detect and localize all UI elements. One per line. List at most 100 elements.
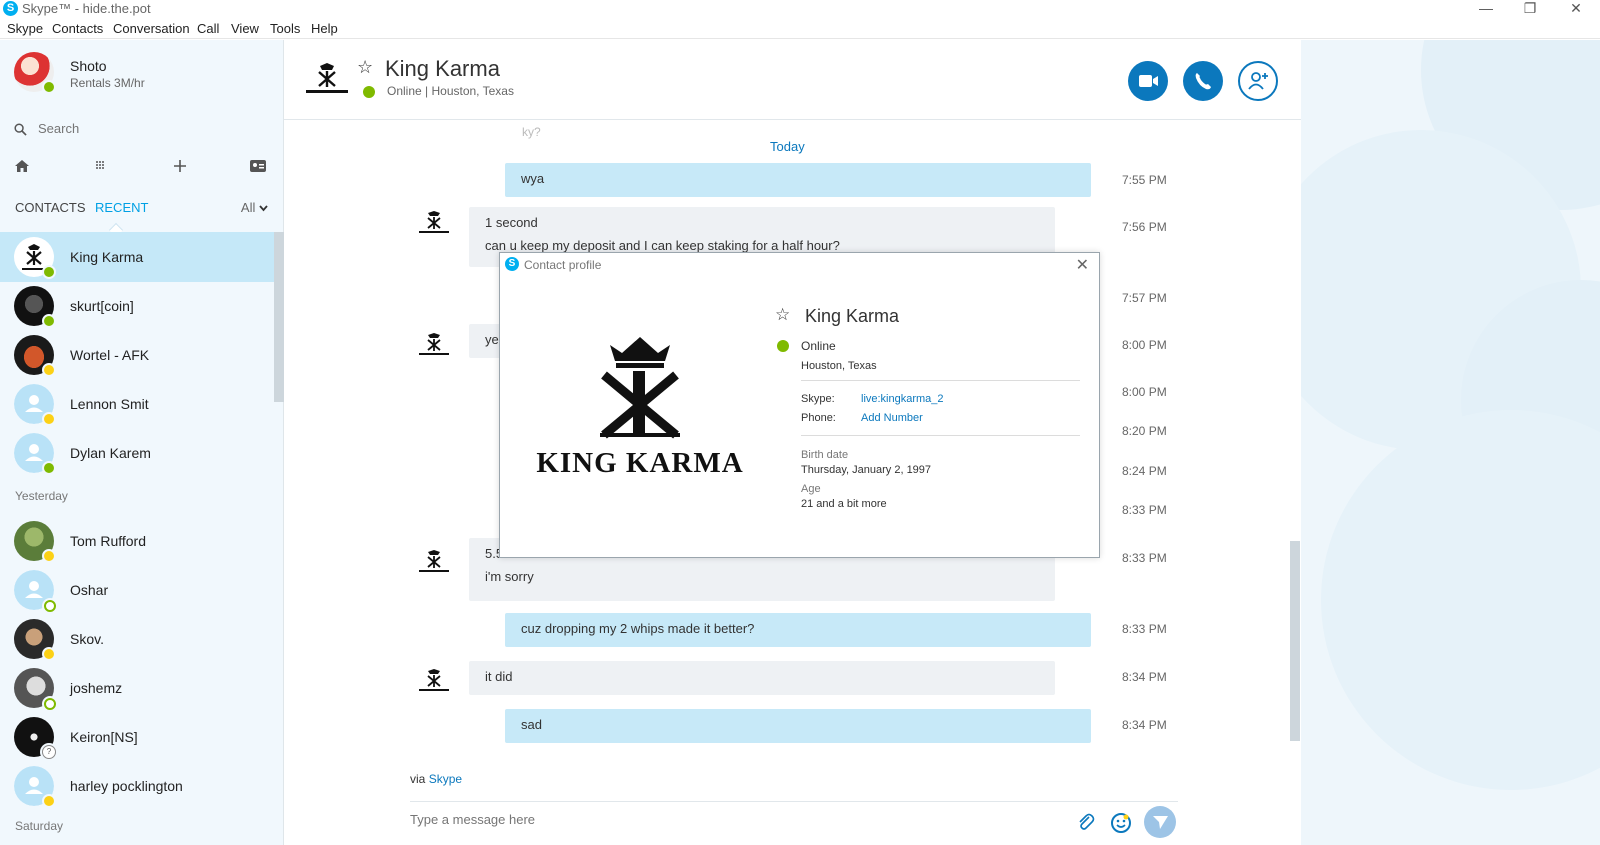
phone-icon xyxy=(1195,73,1211,90)
my-avatar[interactable] xyxy=(14,52,56,94)
contact-name: Tom Rufford xyxy=(70,533,146,549)
king-karma-logo-icon xyxy=(419,550,449,572)
away-status-icon xyxy=(42,647,56,661)
list-item[interactable]: Lennon Smit xyxy=(0,379,274,429)
close-dialog-button[interactable]: ✕ xyxy=(1076,255,1089,275)
search-input[interactable] xyxy=(38,121,258,136)
filter-dropdown[interactable]: All xyxy=(241,200,268,215)
age-value: 21 and a bit more xyxy=(801,498,887,510)
contact-name: Keiron[NS] xyxy=(70,729,138,745)
online-status-icon xyxy=(42,80,56,94)
minimize-button[interactable]: — xyxy=(1466,0,1506,18)
list-item[interactable]: Wortel - AFK xyxy=(0,330,274,380)
contact-name: Oshar xyxy=(70,582,109,598)
menu-call[interactable]: Call xyxy=(197,21,219,36)
avatar: ? xyxy=(14,717,56,759)
king-karma-logo-icon xyxy=(419,211,449,233)
window-title: Skype™ - hide.the.pot xyxy=(22,1,151,16)
via-skype-link[interactable]: Skype xyxy=(429,772,462,786)
message-text: 1 second xyxy=(485,215,538,230)
incoming-message[interactable]: it did xyxy=(469,661,1055,695)
search-box[interactable] xyxy=(14,120,270,142)
sidebar-scrollbar[interactable] xyxy=(274,232,284,402)
menu-view[interactable]: View xyxy=(231,21,259,36)
send-button[interactable] xyxy=(1144,806,1176,838)
birth-date-value: Thursday, January 2, 1997 xyxy=(801,464,932,476)
king-karma-logo-text: KING KARMA xyxy=(536,447,744,479)
menu-help[interactable]: Help xyxy=(311,21,338,36)
outgoing-message[interactable]: cuz dropping my 2 whips made it better? xyxy=(505,613,1091,647)
add-people-button[interactable] xyxy=(1238,61,1278,101)
online-status-icon xyxy=(42,314,56,328)
king-karma-logo-icon xyxy=(306,63,348,93)
title-bar: S Skype™ - hide.the.pot — ❐ ✕ xyxy=(0,0,1600,18)
contact-card-icon xyxy=(250,160,266,172)
right-background xyxy=(1301,40,1600,845)
online-status-icon xyxy=(363,86,375,98)
tab-recent[interactable]: RECENT xyxy=(95,200,148,215)
contact-profile-dialog: S Contact profile ✕ KING KARMA ☆ King Ka… xyxy=(499,252,1100,558)
dialpad-icon xyxy=(96,161,104,169)
message-time: 8:00 PM xyxy=(1122,338,1167,352)
avatar xyxy=(14,433,56,475)
video-call-button[interactable] xyxy=(1128,61,1168,101)
restore-button[interactable]: ❐ xyxy=(1510,0,1550,18)
add-button[interactable] xyxy=(170,158,190,178)
contact-card-button[interactable] xyxy=(248,158,268,178)
attach-button[interactable] xyxy=(1076,812,1096,832)
list-item[interactable]: Oshar xyxy=(0,565,274,615)
avatar xyxy=(14,286,56,328)
send-icon xyxy=(1153,816,1168,829)
messages-scrollbar[interactable] xyxy=(1290,541,1300,741)
list-item[interactable]: Tom Rufford xyxy=(0,516,274,566)
add-number-link[interactable]: Add Number xyxy=(861,412,923,424)
list-item[interactable]: ? Keiron[NS] xyxy=(0,712,274,762)
message-time: 8:00 PM xyxy=(1122,385,1167,399)
message-time: 7:57 PM xyxy=(1122,291,1167,305)
close-window-button[interactable]: ✕ xyxy=(1556,0,1596,18)
emoticon-icon xyxy=(1111,813,1131,833)
audio-call-button[interactable] xyxy=(1183,61,1223,101)
dialpad-button[interactable] xyxy=(90,158,110,178)
tab-contacts[interactable]: CONTACTS xyxy=(15,200,86,215)
menu-skype[interactable]: Skype xyxy=(7,21,43,36)
favorite-star-button[interactable]: ☆ xyxy=(775,305,790,325)
message-text: wya xyxy=(521,171,545,186)
decorative-circles xyxy=(1301,40,1600,790)
my-profile[interactable]: Shoto Rentals 3M/hr xyxy=(14,52,274,98)
add-person-icon xyxy=(1248,72,1268,90)
list-item[interactable]: Skov. xyxy=(0,614,274,664)
outgoing-message[interactable]: wya xyxy=(505,163,1091,197)
message-text: it did xyxy=(485,669,513,684)
home-button[interactable] xyxy=(12,158,32,178)
partial-message-text: ky? xyxy=(522,125,541,139)
menu-contacts[interactable]: Contacts xyxy=(52,21,103,36)
skype-logo-icon: S xyxy=(505,257,519,271)
message-input[interactable] xyxy=(410,812,1010,827)
list-item[interactable]: King Karma xyxy=(0,232,274,282)
king-karma-logo-icon xyxy=(419,669,449,691)
away-status-icon xyxy=(42,412,56,426)
contact-name: Skov. xyxy=(70,631,104,647)
message-time: 8:33 PM xyxy=(1122,622,1167,636)
avatar xyxy=(14,521,56,563)
message-time: 7:56 PM xyxy=(1122,220,1167,234)
emoticon-button[interactable] xyxy=(1110,812,1132,834)
skype-id-link[interactable]: live:kingkarma_2 xyxy=(861,393,944,405)
list-item[interactable]: joshemz xyxy=(0,663,274,713)
favorite-star-button[interactable]: ☆ xyxy=(357,57,373,78)
king-karma-logo-icon xyxy=(419,333,449,355)
list-item[interactable]: harley pocklington xyxy=(0,761,274,811)
away-status-icon xyxy=(42,549,56,563)
profile-location: Houston, Texas xyxy=(801,360,877,372)
message-text: i'm sorry xyxy=(485,569,534,584)
skype-logo-icon: S xyxy=(3,1,18,16)
outgoing-message[interactable]: sad xyxy=(505,709,1091,743)
menu-tools[interactable]: Tools xyxy=(270,21,300,36)
avatar xyxy=(14,766,56,808)
age-label: Age xyxy=(801,483,821,495)
list-item[interactable]: Dylan Karem xyxy=(0,428,274,478)
away-status-icon xyxy=(42,794,56,808)
menu-conversation[interactable]: Conversation xyxy=(113,21,190,36)
list-item[interactable]: skurt[coin] xyxy=(0,281,274,331)
